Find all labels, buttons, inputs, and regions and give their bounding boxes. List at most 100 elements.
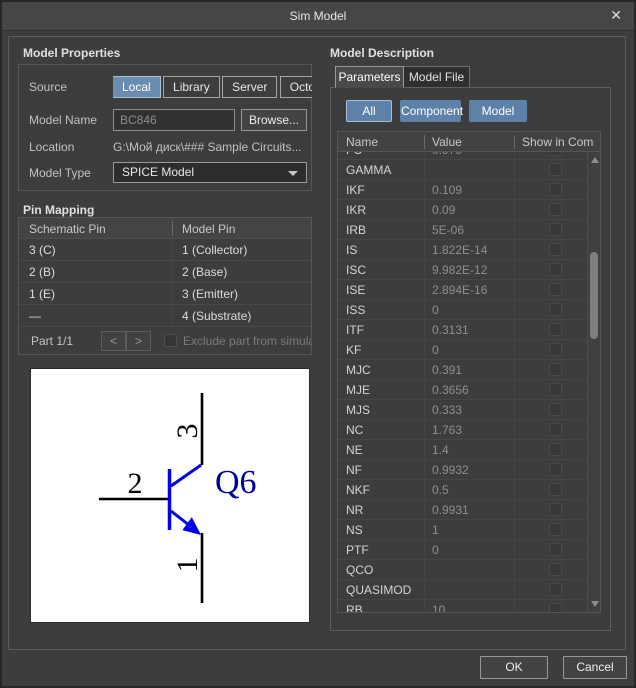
ok-button[interactable]: OK	[480, 656, 548, 679]
column-divider	[424, 280, 425, 299]
chevron-left-icon: <	[109, 334, 117, 348]
parameter-row[interactable]: GAMMA	[338, 160, 587, 180]
show-in-component-checkbox[interactable]	[549, 463, 562, 476]
column-divider	[514, 500, 515, 519]
symbol-preview: 3 2 1 Q6	[30, 368, 310, 623]
show-in-component-checkbox[interactable]	[549, 243, 562, 256]
model-type-dropdown[interactable]: SPICE Model	[113, 162, 307, 183]
collector-leg	[170, 463, 202, 488]
pin-mapping-row[interactable]: — 4 (Substrate)	[19, 305, 311, 327]
cancel-button[interactable]: Cancel	[563, 656, 627, 679]
parameter-name-cell: IS	[346, 243, 358, 257]
scroll-down-icon[interactable]	[591, 601, 599, 607]
parameter-name-cell: MJE	[346, 383, 370, 397]
filter-button-model[interactable]: Model	[469, 100, 527, 122]
show-in-component-checkbox[interactable]	[549, 383, 562, 396]
parameter-row[interactable]: IKR 0.09	[338, 200, 587, 220]
parameter-row[interactable]: ISE 2.894E-16	[338, 280, 587, 300]
previous-part-button[interactable]: <	[101, 331, 126, 351]
parameter-name-cell: FC	[346, 152, 362, 157]
show-in-component-checkbox[interactable]	[549, 423, 562, 436]
schematic-pin-column-header[interactable]: Schematic Pin	[29, 222, 106, 236]
tab-model-file[interactable]: Model File	[403, 66, 470, 88]
parameter-row[interactable]: NR 0.9931	[338, 500, 587, 520]
show-in-component-column-header[interactable]: Show in Com	[522, 135, 593, 149]
parameter-row[interactable]: FC 0.979	[338, 152, 587, 160]
show-in-component-checkbox[interactable]	[549, 343, 562, 356]
parameter-row[interactable]: PTF 0	[338, 540, 587, 560]
pin-mapping-row[interactable]: 1 (E) 3 (Emitter)	[19, 283, 311, 305]
column-divider	[514, 400, 515, 419]
model-name-input[interactable]	[113, 109, 235, 131]
parameter-row[interactable]: RB 10	[338, 600, 587, 612]
source-option-button[interactable]: Library	[163, 76, 220, 98]
show-in-component-checkbox[interactable]	[549, 403, 562, 416]
parameter-row[interactable]: ISC 9.982E-12	[338, 260, 587, 280]
source-option-button[interactable]: Octopart	[279, 76, 312, 98]
column-divider	[424, 360, 425, 379]
parameter-row[interactable]: IRB 5E-06	[338, 220, 587, 240]
show-in-component-checkbox[interactable]	[549, 523, 562, 536]
location-value: G:\Мой диск\### Sample Circuits...	[113, 140, 302, 154]
show-in-component-checkbox[interactable]	[549, 263, 562, 276]
show-in-component-checkbox[interactable]	[549, 203, 562, 216]
show-in-component-checkbox[interactable]	[549, 283, 562, 296]
show-in-component-checkbox[interactable]	[549, 603, 562, 612]
show-in-component-checkbox[interactable]	[549, 443, 562, 456]
show-in-component-checkbox[interactable]	[549, 323, 562, 336]
browse-button[interactable]: Browse...	[241, 109, 307, 131]
column-divider	[424, 300, 425, 319]
show-in-component-checkbox[interactable]	[549, 503, 562, 516]
show-in-component-checkbox[interactable]	[549, 183, 562, 196]
show-in-component-checkbox[interactable]	[549, 223, 562, 236]
parameter-row[interactable]: NE 1.4	[338, 440, 587, 460]
show-in-component-checkbox[interactable]	[549, 543, 562, 556]
filter-button-component[interactable]: Component	[400, 100, 463, 122]
show-in-component-checkbox[interactable]	[549, 363, 562, 376]
parameter-row[interactable]: NC 1.763	[338, 420, 587, 440]
model-pin-column-header[interactable]: Model Pin	[182, 222, 235, 236]
parameter-row[interactable]: MJS 0.333	[338, 400, 587, 420]
next-part-button[interactable]: >	[126, 331, 151, 351]
column-divider	[424, 600, 425, 612]
parameter-row[interactable]: MJE 0.3656	[338, 380, 587, 400]
column-divider	[424, 480, 425, 499]
parameter-row[interactable]: QUASIMOD	[338, 580, 587, 600]
source-option-button[interactable]: Local	[113, 76, 161, 98]
vertical-scrollbar[interactable]	[587, 152, 600, 612]
close-icon[interactable]: ✕	[610, 7, 622, 24]
show-in-component-checkbox[interactable]	[549, 483, 562, 496]
parameter-row[interactable]: NF 0.9932	[338, 460, 587, 480]
parameter-row[interactable]: IKF 0.109	[338, 180, 587, 200]
parameter-row[interactable]: NKF 0.5	[338, 480, 587, 500]
parameter-name-cell: ISE	[346, 283, 366, 297]
show-in-component-checkbox[interactable]	[549, 152, 562, 156]
filter-button-all[interactable]: All	[346, 100, 392, 122]
schematic-pin-cell: 1 (E)	[29, 287, 56, 301]
pin-mapping-row[interactable]: 2 (B) 2 (Base)	[19, 261, 311, 283]
exclude-part-checkbox[interactable]	[164, 334, 177, 347]
scrollbar-thumb[interactable]	[590, 252, 598, 339]
sim-model-dialog: Sim Model ✕ Model Properties Source Loca…	[0, 0, 636, 688]
show-in-component-checkbox[interactable]	[549, 163, 562, 176]
show-in-component-checkbox[interactable]	[549, 583, 562, 596]
parameter-row[interactable]: MJC 0.391	[338, 360, 587, 380]
source-option-button[interactable]: Server	[222, 76, 278, 98]
parameter-row[interactable]: QCO	[338, 560, 587, 580]
column-divider	[172, 283, 173, 304]
tab-parameters[interactable]: Parameters	[335, 66, 404, 88]
parameter-row[interactable]: KF 0	[338, 340, 587, 360]
show-in-component-checkbox[interactable]	[549, 563, 562, 576]
pin-mapping-row[interactable]: 3 (C) 1 (Collector)	[19, 239, 311, 261]
parameter-name-cell: NF	[346, 463, 362, 477]
parameter-row[interactable]: ISS 0	[338, 300, 587, 320]
parameter-row[interactable]: NS 1	[338, 520, 587, 540]
parameter-row[interactable]: IS 1.822E-14	[338, 240, 587, 260]
value-column-header[interactable]: Value	[432, 135, 462, 149]
show-in-component-checkbox[interactable]	[549, 303, 562, 316]
parameter-name-cell: MJS	[346, 403, 370, 417]
column-divider	[514, 540, 515, 559]
scroll-up-icon[interactable]	[591, 157, 599, 163]
name-column-header[interactable]: Name	[346, 135, 378, 149]
parameter-row[interactable]: ITF 0.3131	[338, 320, 587, 340]
